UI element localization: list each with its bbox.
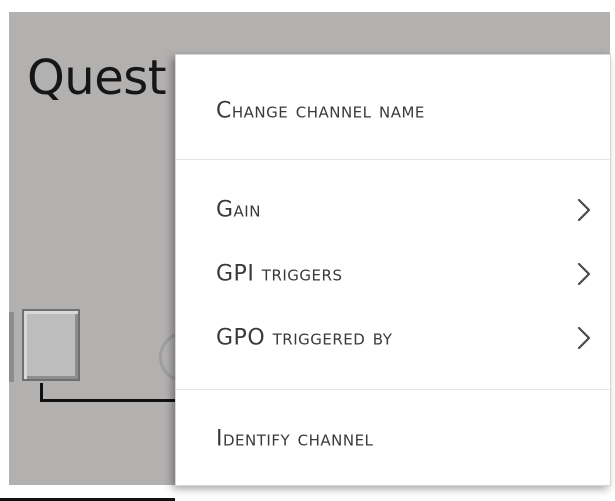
menu-item-label: Identify channel: [216, 426, 374, 452]
menu-item-gpo-triggered-by[interactable]: GPO triggered by: [176, 308, 610, 368]
chevron-right-icon: [577, 326, 591, 350]
menu-item-gpi-triggers[interactable]: GPI triggers: [176, 244, 610, 304]
menu-item-label: GPI triggers: [216, 261, 343, 287]
menu-item-label: Change channel name: [216, 98, 425, 124]
menu-item-identify-channel[interactable]: Identify channel: [176, 409, 610, 469]
menu-item-label: GPO triggered by: [216, 325, 393, 351]
menu-separator: [176, 389, 610, 390]
chevron-right-icon: [577, 262, 591, 286]
connector-line: [40, 383, 183, 402]
channel-block[interactable]: [22, 309, 80, 381]
channel-context-menu: Change channel name Gain GPI triggers GP…: [175, 54, 611, 486]
menu-item-gain[interactable]: Gain: [176, 180, 610, 240]
chevron-right-icon: [577, 198, 591, 222]
canvas-left-edge: [9, 312, 14, 382]
menu-separator: [176, 159, 610, 160]
menu-item-change-channel-name[interactable]: Change channel name: [176, 81, 610, 141]
menu-item-label: Gain: [216, 197, 261, 223]
